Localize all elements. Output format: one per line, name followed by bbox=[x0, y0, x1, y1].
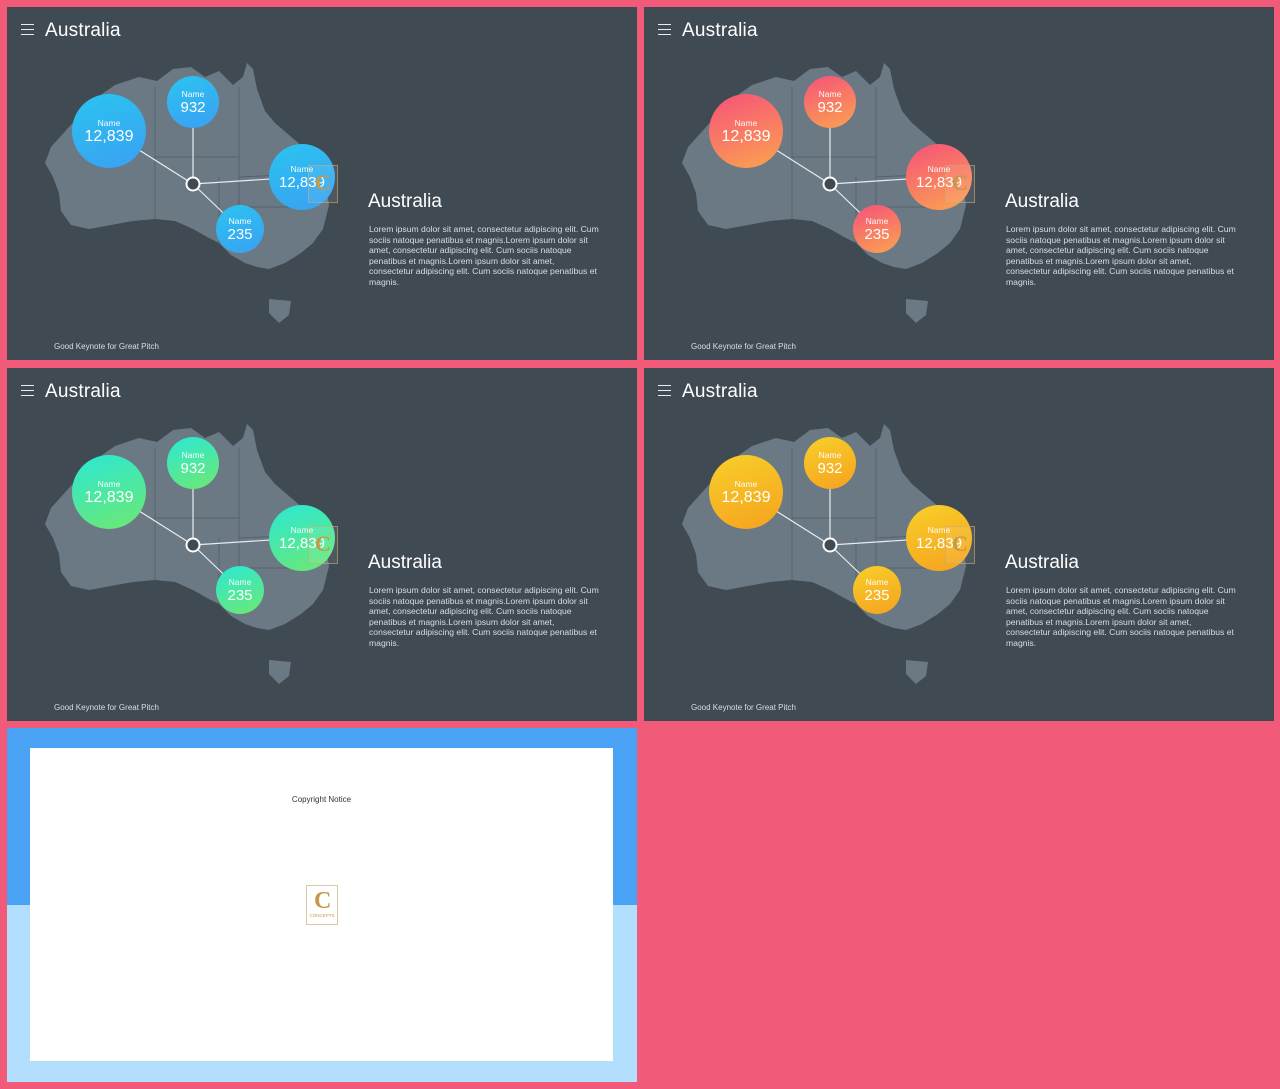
slide-4[interactable]: Australia Australia Lorem ipsum dolor si… bbox=[644, 368, 1274, 721]
value-bubble[interactable]: Name 235 bbox=[853, 205, 901, 253]
hub-node bbox=[185, 537, 201, 553]
logo-letter: C bbox=[315, 531, 331, 556]
bubble-value: 235 bbox=[227, 225, 253, 243]
description-body: Lorem ipsum dolor sit amet, consectetur … bbox=[369, 224, 599, 287]
slide-footer: Good Keynote for Great Pitch bbox=[691, 342, 796, 351]
value-bubble[interactable]: Name 12,839 bbox=[709, 94, 783, 168]
tasmania-shape bbox=[906, 660, 928, 684]
description-title: Australia bbox=[368, 552, 442, 573]
watermark-logo: C bbox=[308, 526, 338, 564]
value-bubble[interactable]: Name 12,839 bbox=[72, 94, 146, 168]
hub-node bbox=[185, 176, 201, 192]
description-title: Australia bbox=[368, 191, 442, 212]
description-body: Lorem ipsum dolor sit amet, consectetur … bbox=[1006, 585, 1236, 648]
tasmania-shape bbox=[269, 660, 291, 684]
bubble-label: Name bbox=[97, 478, 121, 489]
slide-3[interactable]: Australia Australia Lorem ipsum dolor si… bbox=[7, 368, 637, 721]
bubble-value: 932 bbox=[817, 459, 843, 477]
value-bubble[interactable]: Name 235 bbox=[216, 205, 264, 253]
logo-letter: C bbox=[315, 170, 331, 195]
description-title: Australia bbox=[1005, 191, 1079, 212]
bubble-value: 932 bbox=[180, 459, 206, 477]
slide-footer: Good Keynote for Great Pitch bbox=[54, 703, 159, 712]
logo-letter: C bbox=[952, 531, 968, 556]
bubble-value: 932 bbox=[817, 98, 843, 116]
concepts-logo: C CONCEPTS bbox=[306, 885, 338, 925]
bubble-value: 12,839 bbox=[721, 127, 771, 145]
bubble-value: 235 bbox=[227, 586, 253, 604]
bubble-label: Name bbox=[865, 215, 889, 226]
bubble-label: Name bbox=[228, 576, 252, 587]
logo-letter: C bbox=[314, 888, 332, 914]
bubble-label: Name bbox=[734, 117, 758, 128]
bubble-label: Name bbox=[734, 478, 758, 489]
value-bubble[interactable]: Name 932 bbox=[804, 76, 856, 128]
slide-1[interactable]: Australia Australia Lorem ipsum dolor si… bbox=[7, 7, 637, 360]
bubble-label: Name bbox=[865, 576, 889, 587]
description-body: Lorem ipsum dolor sit amet, consectetur … bbox=[369, 585, 599, 648]
bubble-value: 235 bbox=[864, 586, 890, 604]
logo-text: CONCEPTS bbox=[309, 913, 335, 918]
bubble-label: Name bbox=[97, 117, 121, 128]
slide-footer: Good Keynote for Great Pitch bbox=[54, 342, 159, 351]
description-title: Australia bbox=[1005, 552, 1079, 573]
value-bubble[interactable]: Name 235 bbox=[216, 566, 264, 614]
bubble-value: 12,839 bbox=[84, 488, 134, 506]
copyright-slide[interactable]: Copyright Notice C CONCEPTS bbox=[7, 728, 637, 1082]
bubble-label: Name bbox=[181, 449, 205, 460]
slide-footer: Good Keynote for Great Pitch bbox=[691, 703, 796, 712]
value-bubble[interactable]: Name 932 bbox=[167, 76, 219, 128]
tasmania-shape bbox=[269, 299, 291, 323]
hub-node bbox=[822, 537, 838, 553]
watermark-logo: C bbox=[945, 165, 975, 203]
bubble-value: 235 bbox=[864, 225, 890, 243]
copyright-notice: Copyright Notice bbox=[291, 795, 352, 804]
watermark-logo: C bbox=[308, 165, 338, 203]
tasmania-shape bbox=[906, 299, 928, 323]
bubble-value: 932 bbox=[180, 98, 206, 116]
bubble-label: Name bbox=[818, 88, 842, 99]
bubble-label: Name bbox=[181, 88, 205, 99]
value-bubble[interactable]: Name 12,839 bbox=[72, 455, 146, 529]
hub-node bbox=[822, 176, 838, 192]
logo-letter: C bbox=[952, 170, 968, 195]
bubble-label: Name bbox=[818, 449, 842, 460]
copyright-paper: Copyright Notice C CONCEPTS bbox=[30, 748, 613, 1061]
value-bubble[interactable]: Name 12,839 bbox=[709, 455, 783, 529]
slide-2[interactable]: Australia Australia Lorem ipsum dolor si… bbox=[644, 7, 1274, 360]
bubble-label: Name bbox=[228, 215, 252, 226]
bubble-value: 12,839 bbox=[721, 488, 771, 506]
value-bubble[interactable]: Name 932 bbox=[167, 437, 219, 489]
bubble-value: 12,839 bbox=[84, 127, 134, 145]
watermark-logo: C bbox=[945, 526, 975, 564]
value-bubble[interactable]: Name 235 bbox=[853, 566, 901, 614]
value-bubble[interactable]: Name 932 bbox=[804, 437, 856, 489]
description-body: Lorem ipsum dolor sit amet, consectetur … bbox=[1006, 224, 1236, 287]
